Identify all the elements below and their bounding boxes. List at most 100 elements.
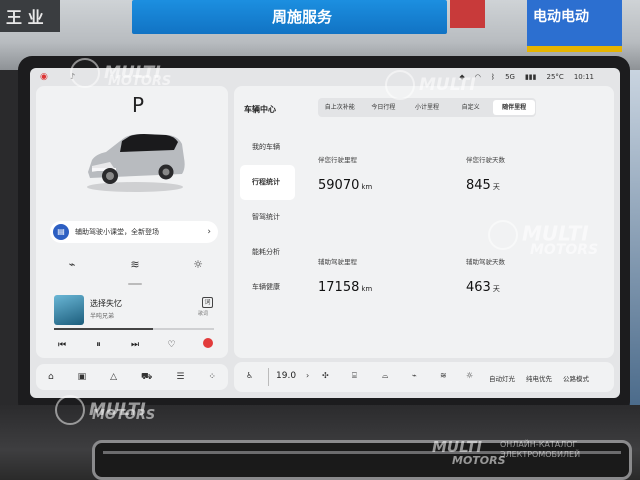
album-art[interactable] (54, 295, 84, 325)
lyrics-label: 歌词 (198, 311, 209, 317)
heart-icon[interactable]: ♡ (164, 340, 180, 350)
nav-item-assist-stats[interactable]: 智驾统计 (240, 200, 295, 235)
watermark-text: MULTI (419, 75, 476, 95)
defrost-front-icon[interactable]: ⌓ (382, 371, 388, 381)
stat-unit: km (361, 285, 373, 293)
stat-number: 845 (466, 178, 491, 193)
song-progress-fill (54, 328, 154, 330)
wiper-icon[interactable]: ⌁ (60, 258, 84, 271)
watermark-logo-icon (70, 58, 100, 88)
record-icon (203, 338, 213, 348)
nav-item-my-vehicle[interactable]: 我的车辆 (240, 130, 295, 165)
watermark-logo-sub: MOTORS (92, 408, 156, 423)
watermark-logo-icon (488, 220, 518, 250)
watermark-logo: MULTI (432, 438, 482, 456)
gear-indicator: P (131, 93, 145, 117)
watermark-caption-line: ОНЛАЙН-КАТАЛОГ (500, 440, 578, 449)
stat-number: 59070 (318, 178, 360, 193)
watermark-logo-sub: MOTORS (108, 74, 172, 89)
watermark-logo-sub: MOTORS (452, 454, 506, 467)
seat-heat-icon[interactable]: ≋ (123, 258, 147, 271)
tab-subtotal[interactable]: 小计里程 (406, 100, 448, 115)
clock: 10:11 (573, 73, 594, 81)
camera-icon[interactable]: ◉ (40, 72, 50, 82)
stat-value: 463 天 (466, 280, 505, 295)
temperature-label: 25°C (546, 73, 564, 81)
nav-item-energy[interactable]: 能耗分析 (240, 235, 295, 270)
nav-item-trip-stats[interactable]: 行程统计 (240, 165, 295, 200)
record-button[interactable] (200, 338, 216, 351)
tab-today[interactable]: 今日行程 (363, 100, 405, 115)
apps-icon[interactable]: ▣ (78, 372, 87, 382)
home-icon[interactable]: ⌂ (48, 372, 54, 382)
chevron-right-icon[interactable]: › (306, 371, 309, 380)
car-image[interactable] (80, 124, 190, 194)
climate-dock: ♿ 19.0 › ✣ ⌸ ⌓ ⌁ ≋ ☼ 自动灯光 纯电优先 公路模式 (234, 362, 614, 392)
signal-label: 5G (505, 73, 515, 81)
total-distance-stat: 伴您行驶里程 59070 km (318, 154, 372, 193)
nav-item-health[interactable]: 车辆健康 (240, 270, 295, 305)
background-sign-blue: 周施服务 (132, 0, 447, 34)
vehicle-center-nav: 我的车辆 行程统计 智驾统计 能耗分析 车辆健康 (240, 130, 295, 305)
stat-unit: km (361, 183, 373, 191)
stat-unit: 天 (492, 285, 500, 293)
watermark-logo-icon (385, 70, 415, 100)
ev-priority-button[interactable]: 纯电优先 (526, 373, 552, 383)
music-player: 选择失忆 半吨兄弟 词 歌词 ⏮ ⏸ ⏭ ♡ (50, 291, 220, 356)
promo-text: 辅助驾驶小课堂，全新登场 (75, 228, 159, 236)
status-icons: ◆ ◠ ᛒ 5G ▮▮▮ 25°C 10:11 (459, 73, 594, 81)
media-icon[interactable]: ☰ (176, 372, 184, 382)
previous-icon[interactable]: ⏮ (54, 340, 70, 350)
song-title: 选择失忆 (90, 299, 122, 308)
page-title: 车辆中心 (244, 105, 276, 114)
light-icon[interactable]: ☼ (186, 258, 210, 271)
stat-label: 辅助驾驶天数 (466, 258, 505, 266)
stat-label: 伴您行驶天数 (466, 156, 505, 164)
defrost-rear-icon[interactable]: ⌸ (352, 371, 357, 381)
highway-mode-button[interactable]: 公路模式 (563, 373, 589, 383)
divider (268, 368, 269, 386)
page-indicator (128, 283, 142, 285)
assist-days-stat: 辅助驾驶天数 463 天 (466, 256, 505, 295)
seat-icon[interactable]: ♿ (246, 371, 253, 380)
watermark-caption: ОНЛАЙН-КАТАЛОГ ЭЛЕКТРОМОБИЛЕЙ (500, 440, 580, 461)
stat-number: 17158 (318, 280, 360, 295)
auto-light-button[interactable]: 自动灯光 (489, 373, 515, 383)
background-sign-right: 电动电动 (527, 0, 622, 52)
song-artist: 半吨兄弟 (90, 313, 115, 320)
seat-heat-icon[interactable]: ≋ (440, 371, 447, 380)
grid-icon[interactable]: ⁘ (208, 372, 216, 382)
pause-icon[interactable]: ⏸ (91, 340, 107, 350)
bluetooth-icon: ᛒ (490, 73, 496, 81)
stat-label: 辅助驾驶里程 (318, 258, 357, 266)
nav-icon[interactable]: △ (110, 372, 117, 382)
total-days-stat: 伴您行驶天数 845 天 (466, 154, 505, 193)
stat-value: 59070 km (318, 178, 372, 193)
chevron-right-icon: › (207, 227, 211, 237)
tab-companion[interactable]: 随伴里程 (493, 100, 535, 115)
temperature-setting[interactable]: 19.0 (276, 371, 296, 381)
fan-icon[interactable]: ✣ (322, 371, 329, 380)
quick-controls: ⌁ ≋ ☼ (60, 258, 210, 271)
tab-since-charge[interactable]: 自上次补能 (319, 100, 361, 115)
promo-banner[interactable]: ▤ 辅助驾驶小课堂，全新登场 › (50, 221, 218, 243)
tab-custom[interactable]: 自定义 (450, 100, 492, 115)
wiper-icon[interactable]: ⌁ (412, 371, 417, 380)
watermark-logo-sub: MOTORS (530, 242, 599, 258)
watermark-logo-icon (55, 395, 85, 425)
stat-number: 463 (466, 280, 491, 295)
headlight-icon[interactable]: ☼ (466, 371, 473, 380)
background-sign-red (450, 0, 485, 28)
lyrics-icon[interactable]: 词 (202, 297, 213, 308)
playback-controls: ⏮ ⏸ ⏭ ♡ (54, 338, 216, 351)
signal-icon: ▮▮▮ (524, 73, 537, 81)
car-icon[interactable]: ⛟ (141, 372, 152, 383)
background-sign-left: 王 业 (0, 0, 60, 32)
trip-tabs: 自上次补能 今日行程 小计里程 自定义 随伴里程 (318, 98, 536, 117)
stat-value: 17158 km (318, 280, 372, 295)
stat-unit: 天 (492, 183, 500, 191)
next-icon[interactable]: ⏭ (127, 340, 143, 350)
book-icon: ▤ (53, 224, 69, 240)
song-progress-bar[interactable] (54, 328, 214, 330)
stat-label: 伴您行驶里程 (318, 156, 357, 164)
